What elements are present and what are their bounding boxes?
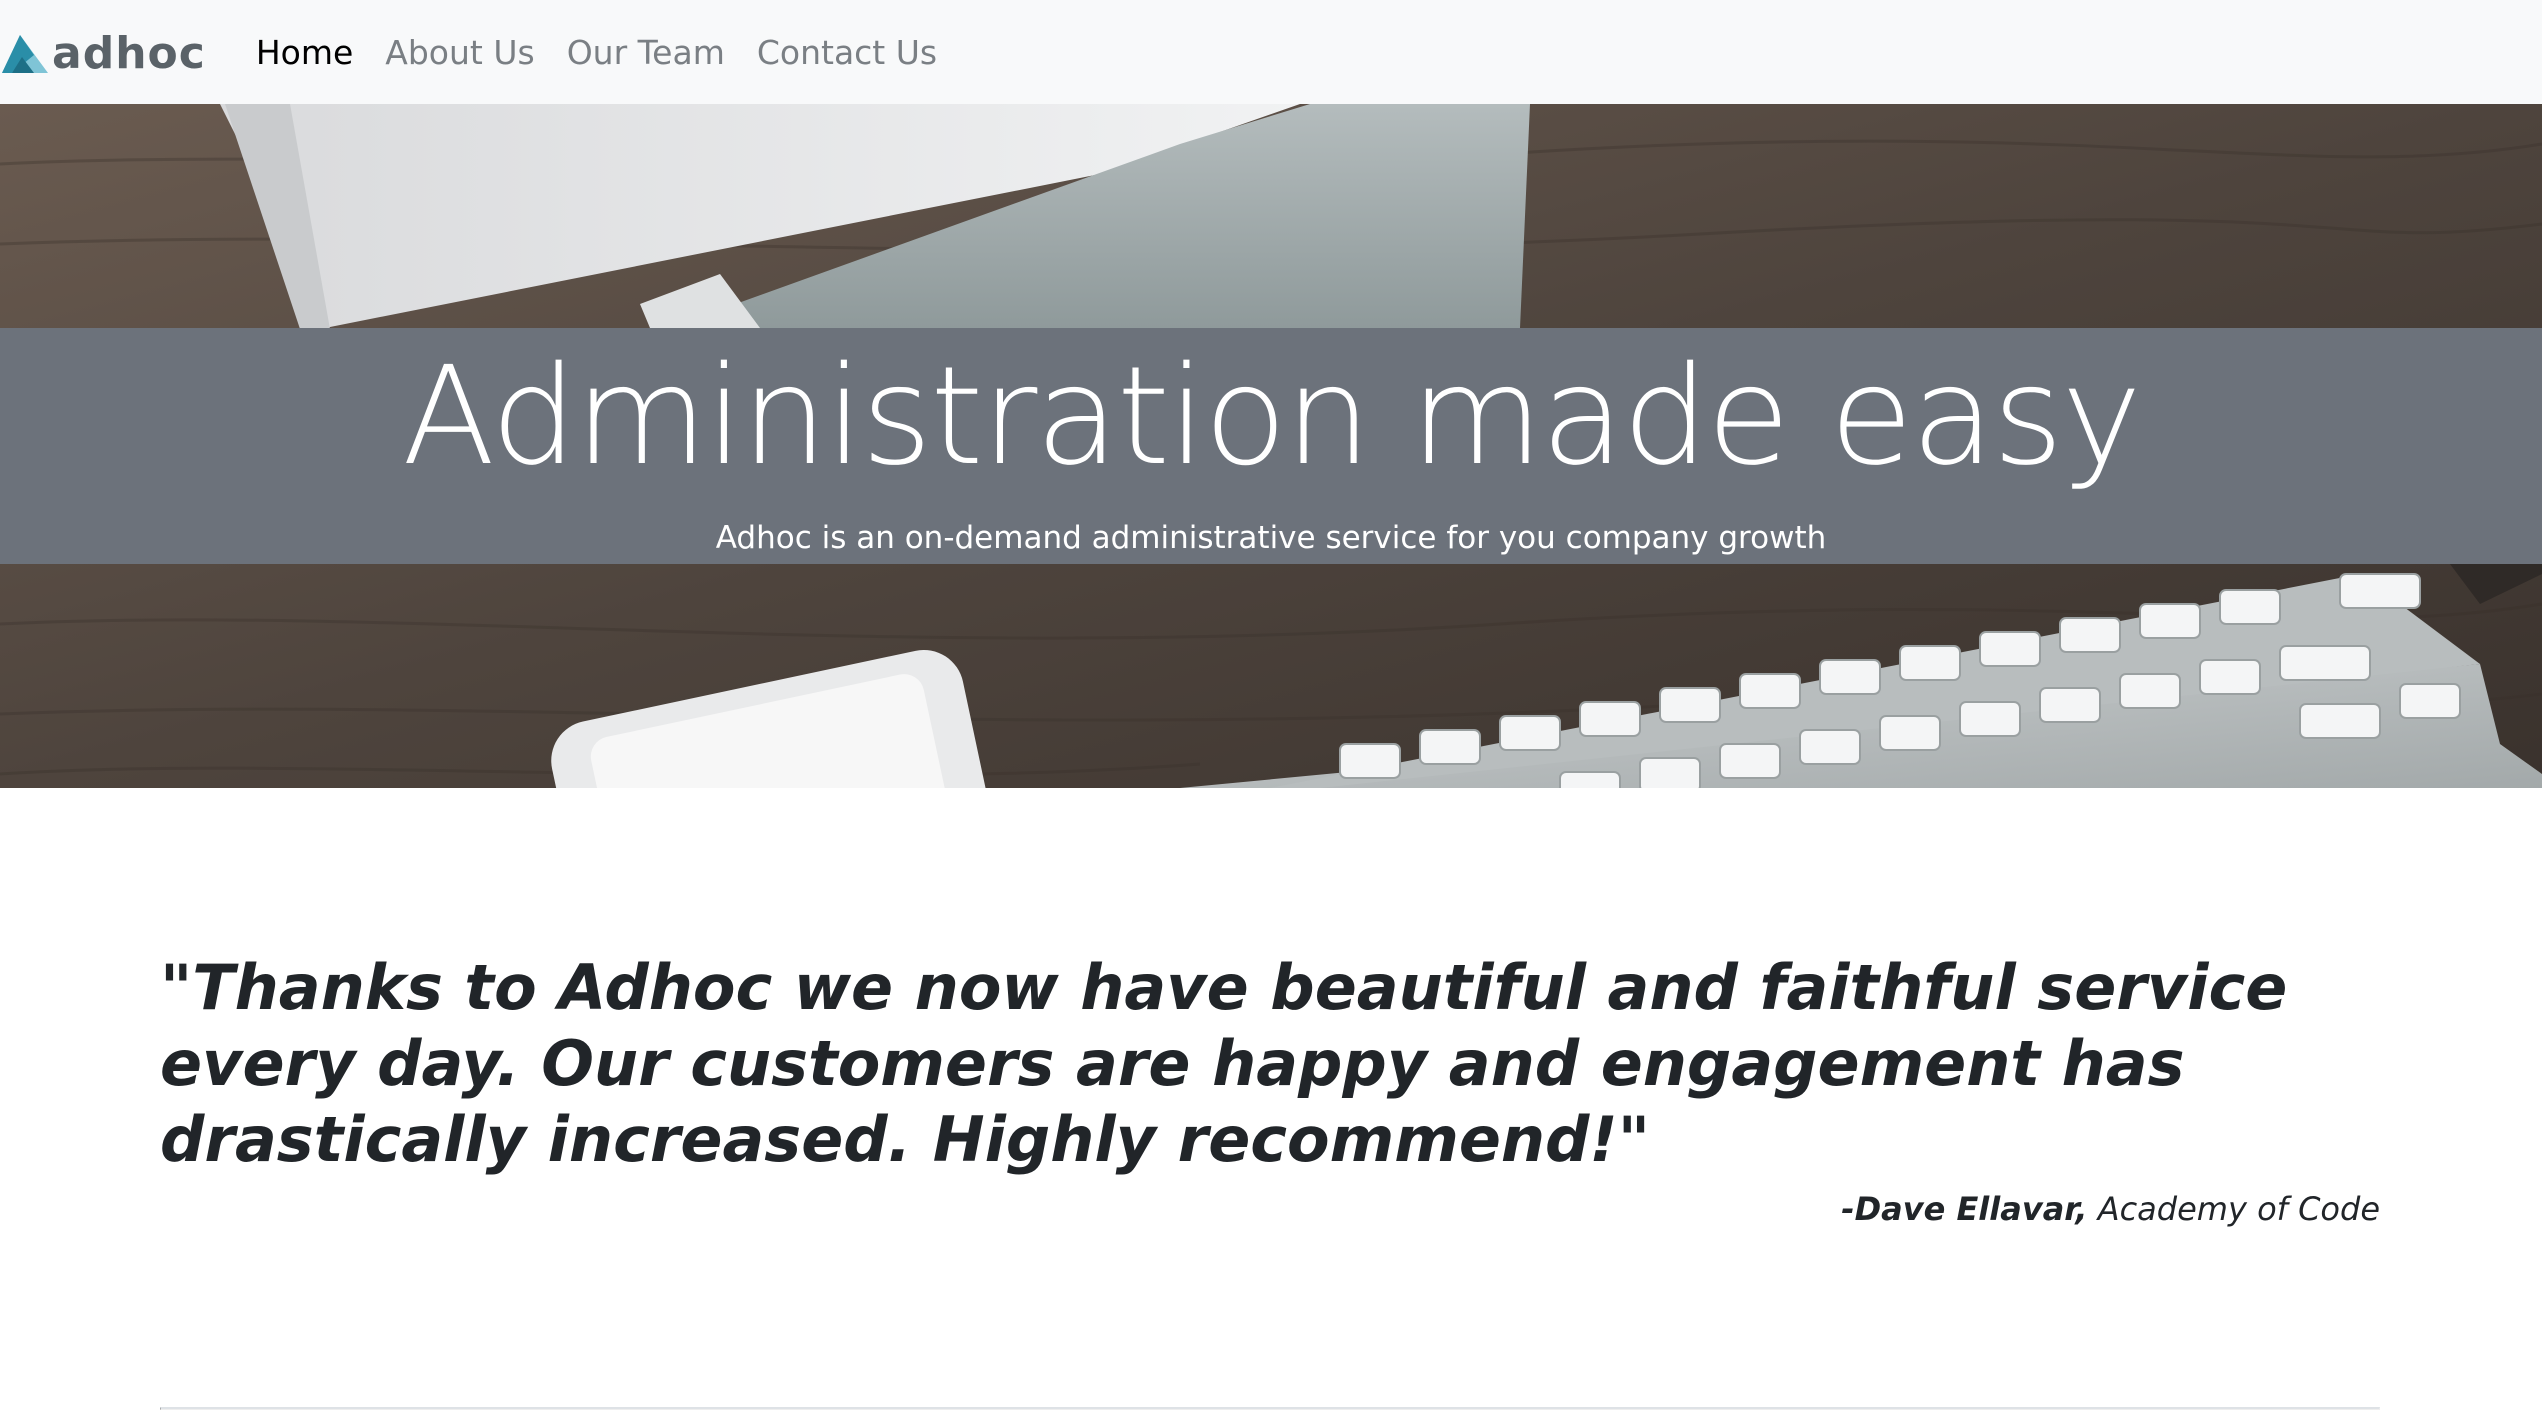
hero-subtitle: Adhoc is an on-demand administrative ser… [715,520,1827,556]
nav-item-home[interactable]: Home [256,36,353,69]
hero-title: Administration made easy [402,338,2142,496]
testimonial-citation: -Dave Ellavar, Academy of Code [1841,1190,2380,1228]
nav-links: Home About Us Our Team Contact Us [256,0,969,104]
testimonial-quote: "Thanks to Adhoc we now have beautiful a… [160,951,2288,1176]
testimonial-author: -Dave Ellavar, [1841,1190,2088,1228]
navbar: adhoc Home About Us Our Team Contact Us [0,0,2542,104]
testimonial: "Thanks to Adhoc we now have beautiful a… [160,950,2380,1228]
hero-banner: Administration made easy Adhoc is an on-… [0,104,2542,788]
section-divider [160,1407,2380,1410]
nav-item-about-us[interactable]: About Us [385,36,534,69]
nav-item-contact-us[interactable]: Contact Us [757,36,937,69]
brand-logo-link[interactable]: adhoc [0,0,206,104]
nav-item-our-team[interactable]: Our Team [567,36,725,69]
adhoc-logo-icon [2,35,48,73]
testimonial-company: Academy of Code [2097,1190,2380,1228]
brand-name: adhoc [52,28,206,79]
hero-title-band: Administration made easy Adhoc is an on-… [0,328,2542,564]
